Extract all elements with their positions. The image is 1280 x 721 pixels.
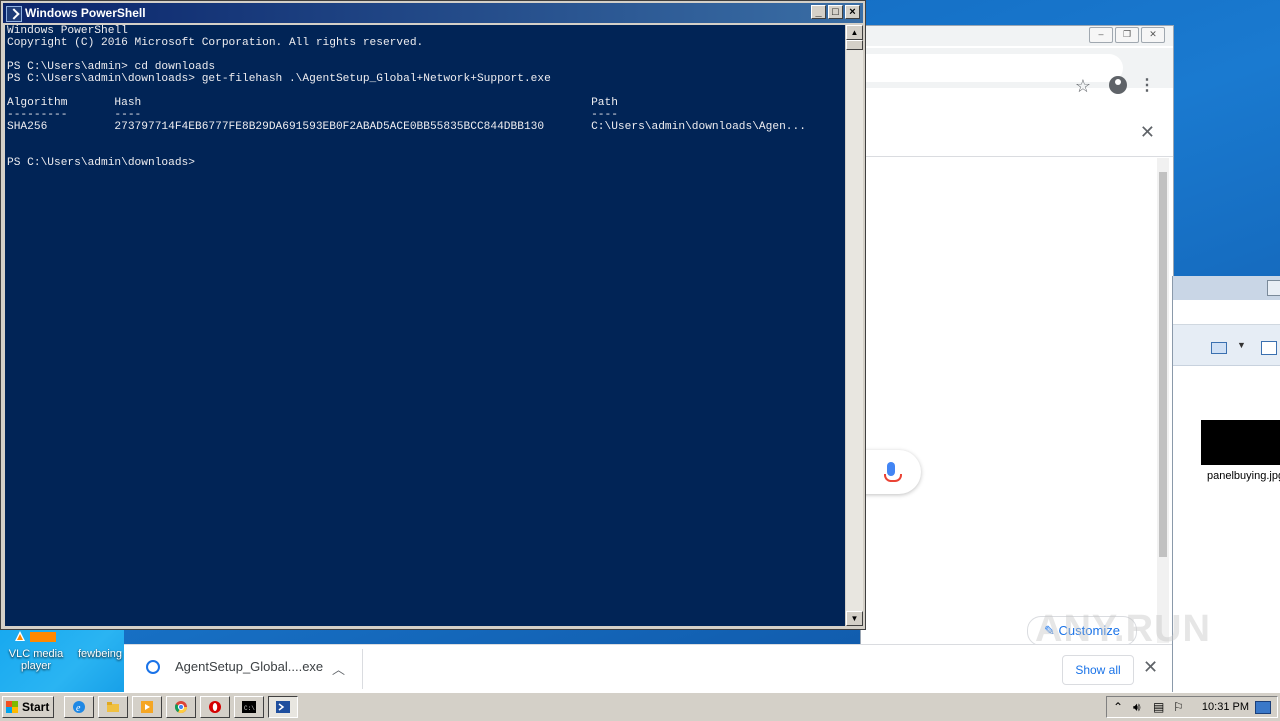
taskbar-powershell-button[interactable] [268,696,298,718]
explorer-titlebar[interactable] [1173,276,1280,300]
minimize-button[interactable]: _ [811,5,826,19]
close-button[interactable]: × [845,5,860,19]
powershell-icon [6,6,22,22]
start-label: Start [22,700,50,714]
taskbar-explorer-button[interactable] [98,696,128,718]
file-label[interactable]: panelbuying.jpg [1207,470,1280,482]
microphone-icon[interactable] [884,462,902,482]
console-line: Algorithm Hash Path [7,97,618,109]
explorer-minimize-button[interactable] [1267,280,1280,296]
console-line: Windows PowerShell [7,25,128,37]
view-dropdown-icon[interactable]: ▼ [1237,340,1246,350]
desktop-icon-fewbeing[interactable]: fewbeing [76,648,124,660]
explorer-toolbar: ▼ [1173,325,1280,366]
desktop-icon-vlc[interactable]: VLC media player [6,648,66,672]
show-hidden-icons-icon[interactable]: ⌃ [1113,700,1123,714]
vlc-badge-icon [30,632,56,642]
chrome-scrollbar[interactable] [1157,158,1169,643]
watermark: ANY.RUN [1035,608,1211,650]
windows-logo-icon [6,701,18,713]
powershell-window[interactable]: Windows PowerShell _ □ × Windows PowerSh… [0,0,866,630]
chrome-titlebar[interactable]: – ❐ ✕ [861,26,1173,46]
search-box[interactable] [861,450,921,494]
chrome-infobar [861,114,1173,157]
folder-icon [107,702,119,712]
powershell-taskbar-icon [276,701,290,713]
chrome-scrollbar-thumb[interactable] [1159,172,1167,557]
volume-icon[interactable]: 🔊︎ [1133,700,1141,715]
scroll-up-button[interactable]: ▲ [846,25,863,40]
taskbar-media-button[interactable] [132,696,162,718]
chrome-restore-button[interactable]: ❐ [1115,27,1139,43]
console-line: PS C:\Users\admin> cd downloads [7,61,216,73]
console-scrollbar[interactable]: ▲ ▼ [846,25,863,626]
vlc-icon[interactable] [14,630,26,642]
system-tray: ⌃ 🔊︎ ▤ ⚐ 10:31 PM [1106,696,1278,718]
download-item[interactable]: AgentSetup_Global....exe [146,659,323,674]
opera-icon [209,701,221,713]
powershell-titlebar[interactable]: Windows PowerShell _ □ × [3,3,863,23]
svg-text:e: e [76,703,81,714]
download-progress-icon [146,659,160,674]
infobar-close-icon[interactable]: ✕ [1140,122,1155,143]
chrome-icon [174,701,187,714]
chrome-close-button[interactable]: ✕ [1141,27,1165,43]
svg-text:C:\: C:\ [244,705,255,712]
media-player-icon [141,701,153,713]
shelf-close-icon[interactable]: ✕ [1143,657,1158,678]
chrome-window[interactable]: – ❐ ✕ ☆ ⋮ ✕ ✎ Customize [860,25,1174,694]
explorer-address-bar[interactable] [1173,300,1280,325]
account-icon[interactable] [1109,76,1127,94]
window-title: Windows PowerShell [25,6,146,20]
clock[interactable]: 10:31 PM [1202,701,1249,713]
file-thumbnail[interactable] [1201,420,1280,465]
taskbar-cmd-button[interactable]: C:\ [234,696,264,718]
download-filename[interactable]: AgentSetup_Global....exe [175,659,323,674]
console-line: Copyright (C) 2016 Microsoft Corporation… [7,37,424,49]
console-line: SHA256 273797714F4EB6777FE8B29DA691593EB… [7,121,806,133]
chevron-up-icon[interactable]: ︿ [332,659,345,678]
change-view-icon[interactable] [1211,342,1227,354]
show-desktop-icon[interactable] [1255,701,1271,714]
download-shelf: AgentSetup_Global....exe ︿ Show all ✕ [124,644,1172,693]
taskbar-ie-button[interactable]: e [64,696,94,718]
bookmark-star-icon[interactable]: ☆ [1075,76,1091,97]
scrollbar-thumb[interactable] [846,40,863,50]
console-line: PS C:\Users\admin\downloads> get-filehas… [7,73,551,85]
desktop-icons-area: VLC media player fewbeing [0,630,124,692]
internet-explorer-icon: e [73,701,85,714]
console-output[interactable]: Windows PowerShell Copyright (C) 2016 Mi… [5,25,845,626]
taskbar-opera-button[interactable] [200,696,230,718]
command-prompt-icon: C:\ [242,701,256,713]
chrome-minimize-button[interactable]: – [1089,27,1113,43]
show-all-button[interactable]: Show all [1062,655,1134,685]
console-line: --------- ---- ---- [7,109,618,121]
taskbar-chrome-button[interactable] [166,696,196,718]
preview-pane-icon[interactable] [1261,341,1277,355]
scroll-down-button[interactable]: ▼ [846,611,863,626]
maximize-button[interactable]: □ [828,5,843,19]
start-button[interactable]: Start [2,696,54,718]
taskbar: Start e C:\ ⌃ 🔊︎ ▤ ⚐ 10:31 PM [0,692,1280,721]
network-icon[interactable]: ▤ [1153,700,1164,714]
action-center-flag-icon[interactable]: ⚐ [1173,700,1184,714]
menu-dots-icon[interactable]: ⋮ [1139,75,1155,95]
divider [362,649,363,689]
console-prompt[interactable]: PS C:\Users\admin\downloads> [5,157,845,169]
